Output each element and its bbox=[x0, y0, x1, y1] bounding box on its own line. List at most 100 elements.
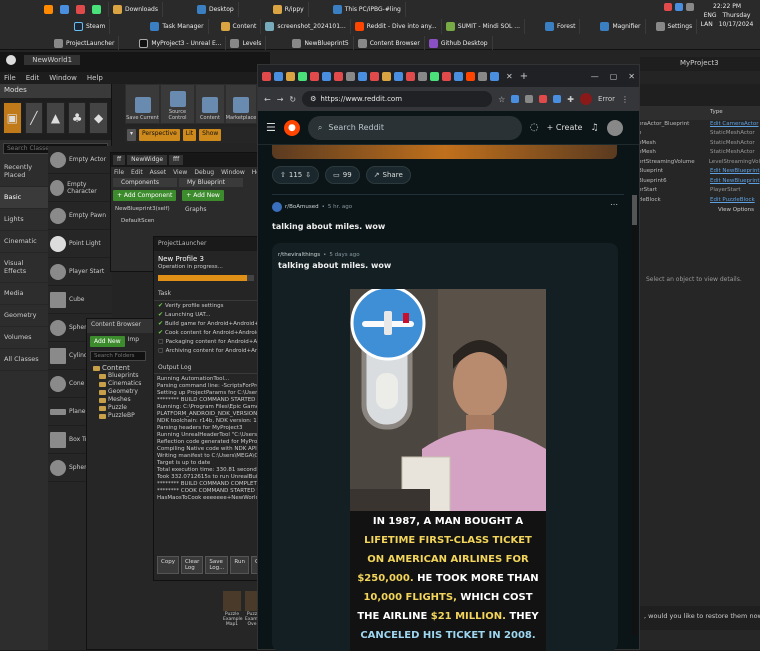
placeable-item[interactable]: Player Start bbox=[48, 258, 112, 286]
paint-mode-icon[interactable]: ╱ bbox=[24, 102, 44, 134]
puzzle-icon[interactable]: ✚ bbox=[567, 95, 574, 104]
outliner-row[interactable]: eraActor_Blueprint Edit CameraActor bbox=[638, 120, 760, 130]
content-button[interactable]: Content bbox=[196, 85, 224, 123]
forward-icon[interactable]: → bbox=[277, 95, 284, 104]
user-avatar[interactable] bbox=[606, 119, 623, 136]
outliner-row[interactable]: eMesh StaticMeshActor bbox=[638, 148, 760, 158]
crosspost-subreddit[interactable]: r/theviralthings bbox=[278, 252, 320, 258]
create-button[interactable]: + Create bbox=[547, 123, 583, 132]
bp-menu-edit[interactable]: Edit bbox=[131, 169, 143, 176]
placeable-item[interactable]: Cube bbox=[48, 286, 112, 314]
perspective-button[interactable]: Perspective bbox=[139, 129, 180, 141]
taskbar-item[interactable]: Levels bbox=[226, 36, 267, 51]
comments-button[interactable]: ▭ 99 bbox=[325, 166, 360, 184]
hamburger-icon[interactable]: ☰ bbox=[266, 121, 276, 134]
share-button[interactable]: ↗ Share bbox=[365, 166, 411, 184]
extension-icon[interactable] bbox=[553, 95, 562, 103]
extension-icon[interactable] bbox=[511, 95, 520, 103]
menu-edit[interactable]: Edit bbox=[26, 74, 40, 82]
tab-favicon[interactable] bbox=[394, 71, 403, 81]
tab-favicon[interactable] bbox=[310, 71, 319, 81]
reddit-logo-icon[interactable]: ● bbox=[283, 119, 300, 136]
landscape-mode-icon[interactable]: ▲ bbox=[46, 102, 65, 134]
new-tab-icon[interactable]: + bbox=[520, 71, 528, 82]
taskbar-item[interactable]: Task Manager bbox=[146, 19, 209, 34]
actor-type[interactable]: Edit NewBlueprint bbox=[710, 177, 760, 187]
taskbar-item[interactable]: SUMIT - Mindi SOL ... bbox=[442, 19, 526, 34]
taskbar-item[interactable]: Content bbox=[217, 19, 262, 34]
outliner-row[interactable]: eStaticMeshActor bbox=[638, 129, 760, 139]
placeable-item[interactable]: Empty Actor bbox=[48, 146, 112, 174]
menu-window[interactable]: Window bbox=[49, 74, 77, 82]
taskbar-item[interactable]: MyProject3 - Unreal E... bbox=[135, 36, 227, 51]
taskbar-item[interactable]: Desktop bbox=[193, 2, 239, 17]
tab-favicon[interactable] bbox=[382, 71, 391, 81]
save-log-button[interactable]: Save Log... bbox=[205, 556, 229, 574]
bp-menu-view[interactable]: View bbox=[173, 169, 187, 176]
tray-icon[interactable] bbox=[664, 3, 672, 11]
category-cinematic[interactable]: Cinematic bbox=[0, 231, 48, 253]
profile-error-label[interactable]: Error bbox=[598, 95, 615, 103]
content-add-new-button[interactable]: Add New bbox=[90, 336, 125, 347]
marketplace-button[interactable]: Marketplace bbox=[226, 85, 256, 123]
graphs-section[interactable]: Graphs bbox=[181, 204, 211, 226]
outliner-row[interactable]: Blueprint6 Edit NewBlueprint bbox=[638, 177, 760, 187]
tab-favicon[interactable] bbox=[442, 71, 451, 81]
tab-favicon[interactable] bbox=[346, 71, 355, 81]
level-tab[interactable]: NewWorld1 bbox=[24, 55, 81, 65]
post-options-icon[interactable]: ⋯ bbox=[610, 200, 618, 209]
bp-tab[interactable]: fff bbox=[169, 155, 184, 165]
extension-icon[interactable] bbox=[525, 95, 534, 103]
close-window-icon[interactable]: ✕ bbox=[628, 72, 635, 81]
bp-tab[interactable]: NewWidge bbox=[127, 155, 168, 165]
maximize-icon[interactable]: ▢ bbox=[610, 72, 618, 81]
taskbar-item[interactable]: NewBlueprint5 bbox=[288, 36, 354, 51]
search-folders-input[interactable]: Search Folders bbox=[90, 351, 146, 361]
reddit-search-input[interactable]: ⌕ Search Reddit bbox=[307, 115, 522, 140]
add-new-bp-button[interactable]: + Add New bbox=[182, 190, 224, 201]
category-all-classes[interactable]: All Classes bbox=[0, 349, 48, 371]
outliner-row[interactable]: erStart PlayerStart bbox=[638, 186, 760, 196]
bp-menu-debug[interactable]: Debug bbox=[194, 169, 214, 176]
tab-favicon[interactable] bbox=[370, 71, 379, 81]
taskbar-item[interactable]: Magnifier bbox=[596, 19, 646, 34]
tab-favicon[interactable] bbox=[490, 71, 499, 81]
taskbar-item[interactable]: Forest bbox=[541, 19, 581, 34]
vote-control[interactable]: ⇧ 115 ⇩ bbox=[272, 166, 320, 184]
reload-icon[interactable]: ↻ bbox=[289, 95, 296, 104]
tab-favicon[interactable] bbox=[262, 71, 271, 81]
tab-favicon[interactable] bbox=[322, 71, 331, 81]
tab-favicon[interactable] bbox=[478, 71, 487, 81]
category-visual-effects[interactable]: Visual Effects bbox=[0, 253, 48, 283]
bp-menu-file[interactable]: File bbox=[114, 169, 124, 176]
my-blueprint-tab[interactable]: My Blueprint bbox=[179, 178, 243, 187]
source-control-button[interactable]: Source Control bbox=[161, 85, 194, 123]
lit-button[interactable]: Lit bbox=[182, 129, 197, 141]
back-icon[interactable]: ← bbox=[264, 95, 271, 104]
menu-file[interactable]: File bbox=[4, 74, 16, 82]
minimize-icon[interactable]: — bbox=[591, 72, 599, 81]
taskbar-item[interactable]: R/ippy bbox=[269, 2, 309, 17]
asset-tile[interactable]: Puzzle Example Map1 bbox=[223, 591, 243, 627]
close-tab-icon[interactable]: ✕ bbox=[506, 72, 513, 81]
place-mode-icon[interactable]: ▣ bbox=[3, 102, 22, 134]
tab-favicon[interactable] bbox=[454, 71, 463, 81]
category-volumes[interactable]: Volumes bbox=[0, 327, 48, 349]
tab-favicon[interactable] bbox=[286, 71, 295, 81]
post-title[interactable]: talking about miles. wow bbox=[272, 222, 385, 231]
foliage-mode-icon[interactable]: ♣ bbox=[67, 102, 87, 134]
taskbar-item[interactable]: screenshot_2024101... bbox=[261, 19, 351, 34]
category-geometry[interactable]: Geometry bbox=[0, 305, 48, 327]
outliner-row[interactable]: zleBlock Edit PuzzleBlock bbox=[638, 196, 760, 206]
profile-avatar[interactable] bbox=[579, 93, 592, 105]
actor-type[interactable]: Edit CameraActor bbox=[710, 120, 758, 130]
menu-kebab-icon[interactable]: ⋮ bbox=[621, 95, 629, 104]
placeable-item[interactable]: Point Light bbox=[48, 230, 112, 258]
tray-icon[interactable] bbox=[675, 3, 683, 11]
bp-menu-asset[interactable]: Asset bbox=[150, 169, 166, 176]
geometry-mode-icon[interactable]: ◆ bbox=[89, 102, 108, 134]
view-options-button[interactable]: View Options bbox=[638, 205, 760, 215]
meme-image[interactable]: In 1987, a man bought a lifetime first-c… bbox=[350, 289, 546, 651]
placeable-item[interactable]: Empty Pawn bbox=[48, 202, 112, 230]
taskbar-item[interactable]: Steam bbox=[70, 19, 111, 34]
